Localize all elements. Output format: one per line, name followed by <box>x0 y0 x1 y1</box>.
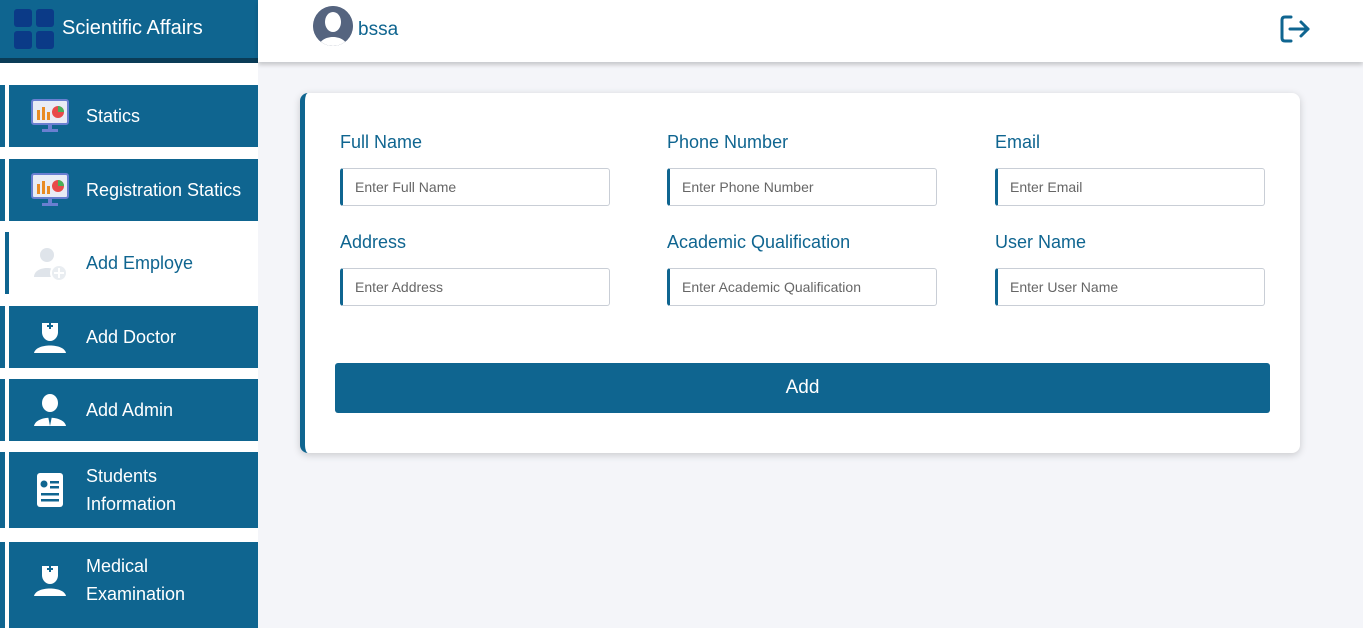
address-label: Address <box>340 232 407 252</box>
app-title: Scientific Affairs <box>62 17 203 39</box>
full-name-label: Full Name <box>340 132 423 152</box>
academic-qualification-input[interactable] <box>667 268 937 306</box>
sidebar-item-students-information[interactable]: Students Information <box>0 452 258 528</box>
sidebar-item-label: Add Doctor <box>86 327 177 347</box>
user-name-input[interactable] <box>995 268 1265 306</box>
doctor-icon <box>30 560 70 600</box>
admin-icon <box>30 390 70 430</box>
full-name-input[interactable] <box>340 168 610 206</box>
sidebar-item-label: Add Admin <box>86 400 174 420</box>
add-button[interactable]: Add <box>335 363 1270 413</box>
app-logo-icon <box>14 9 56 49</box>
add-employee-form: Full Name Phone Number Email Address Aca… <box>300 93 1300 453</box>
id-card-icon <box>30 470 70 510</box>
add-user-icon <box>30 243 70 283</box>
sidebar-item-registration-statics[interactable]: Registration Statics <box>0 159 258 221</box>
phone-number-input[interactable] <box>667 168 937 206</box>
avatar[interactable] <box>313 6 353 46</box>
academic-qualification-label: Academic Qualification <box>667 232 851 252</box>
sidebar-item-label: Registration Statics <box>86 180 242 200</box>
sidebar: Statics Registration Statics Add Employe… <box>0 63 258 628</box>
user-name-label: User Name <box>995 232 1087 252</box>
doctor-icon <box>30 317 70 357</box>
sidebar-item-label: Students Information <box>86 466 177 514</box>
brand-bar: Scientific Affairs <box>0 0 258 58</box>
address-input[interactable] <box>340 268 610 306</box>
sidebar-item-label: Medical Examination <box>86 556 186 604</box>
sidebar-item-add-doctor[interactable]: Add Doctor <box>0 306 258 368</box>
chart-monitor-icon <box>30 96 70 136</box>
phone-number-label: Phone Number <box>667 132 789 152</box>
sidebar-item-medical-examination[interactable]: Medical Examination <box>0 542 258 628</box>
sidebar-item-add-employe[interactable]: Add Employe <box>0 232 258 294</box>
sidebar-item-add-admin[interactable]: Add Admin <box>0 379 258 441</box>
sidebar-item-statics[interactable]: Statics <box>0 85 258 147</box>
email-label: Email <box>995 132 1041 152</box>
logout-button[interactable] <box>1279 14 1313 44</box>
logout-icon <box>1280 15 1310 43</box>
user-avatar-icon <box>313 6 353 46</box>
username-label: bssa <box>358 19 399 40</box>
sidebar-item-label: Statics <box>86 106 141 126</box>
chart-monitor-icon <box>30 170 70 210</box>
email-input[interactable] <box>995 168 1265 206</box>
sidebar-item-label: Add Employe <box>86 253 194 273</box>
top-bar: bssa <box>258 0 1363 62</box>
